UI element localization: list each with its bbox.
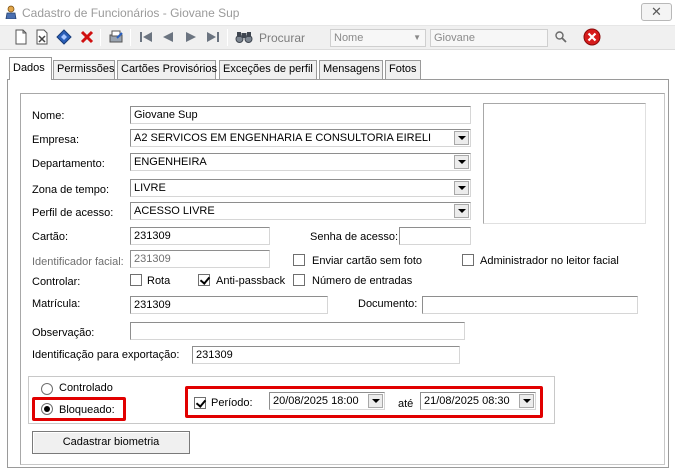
- last-record-icon[interactable]: [204, 28, 222, 46]
- search-label[interactable]: Procurar: [259, 31, 305, 45]
- zona-select[interactable]: LIVRE: [130, 179, 471, 197]
- photo-box[interactable]: [483, 103, 646, 224]
- empresa-label: Empresa:: [32, 134, 80, 146]
- nome-input[interactable]: Giovane Sup: [130, 106, 471, 124]
- admin-facial-checkbox[interactable]: [462, 254, 474, 266]
- tab-cartoes-provisorios[interactable]: Cartões Provisórios: [117, 60, 217, 79]
- controlar-label: Controlar:: [32, 276, 81, 288]
- first-record-icon[interactable]: [137, 28, 155, 46]
- enviar-cartao-checkbox[interactable]: [293, 254, 305, 266]
- num-entradas-label[interactable]: Número de entradas: [312, 275, 412, 287]
- controlado-radio[interactable]: [41, 383, 53, 395]
- exportacao-label: Identificação para exportação:: [32, 349, 180, 361]
- perfil-label: Perfil de acesso:: [32, 207, 114, 219]
- zona-value: LIVRE: [134, 182, 166, 194]
- previous-record-icon[interactable]: [159, 28, 177, 46]
- documento-input[interactable]: [422, 296, 638, 314]
- departamento-label: Departamento:: [32, 158, 105, 170]
- nome-label: Nome:: [32, 110, 65, 122]
- rota-checkbox[interactable]: [130, 274, 142, 286]
- controlado-label[interactable]: Controlado: [59, 382, 113, 394]
- toolbar: Procurar Nome ▼ Giovane: [0, 26, 675, 50]
- save-icon[interactable]: [55, 28, 73, 46]
- empresa-select[interactable]: A2 SERVICOS EM ENGENHARIA E CONSULTORIA …: [130, 129, 471, 147]
- periodo-label[interactable]: Período:: [211, 397, 253, 409]
- observacao-input[interactable]: [130, 322, 465, 340]
- matricula-input[interactable]: 231309: [130, 296, 328, 314]
- antipassback-label[interactable]: Anti-passback: [216, 275, 285, 287]
- matricula-label: Matrícula:: [32, 298, 81, 310]
- search-icon[interactable]: [552, 28, 570, 46]
- empresa-value: A2 SERVICOS EM ENGENHARIA E CONSULTORIA …: [134, 132, 432, 144]
- cartao-input[interactable]: 231309: [130, 227, 270, 245]
- employee-app-icon: [5, 5, 17, 19]
- search-input-value: Giovane: [434, 32, 475, 44]
- ate-label: até: [398, 398, 414, 410]
- search-field-value: Nome: [334, 32, 364, 44]
- num-entradas-checkbox[interactable]: [293, 274, 305, 286]
- antipassback-checkbox[interactable]: [198, 274, 210, 286]
- periodo-inicio-value: 20/08/2025 18:00: [273, 395, 359, 407]
- chevron-down-icon[interactable]: [454, 204, 469, 218]
- tab-strip: Dados Permissões Cartões Provisórios Exc…: [0, 56, 675, 80]
- chevron-down-icon[interactable]: [454, 155, 469, 169]
- title-bar: Cadastro de Funcionários - Giovane Sup ✕: [0, 0, 675, 26]
- chevron-down-icon[interactable]: [454, 131, 469, 145]
- new-record-icon[interactable]: [12, 28, 30, 46]
- rota-label[interactable]: Rota: [147, 275, 170, 287]
- perfil-value: ACESSO LIVRE: [134, 205, 215, 217]
- cadastrar-biometria-button[interactable]: Cadastrar biometria: [32, 431, 190, 454]
- delete-record-icon[interactable]: [33, 28, 51, 46]
- tab-fotos[interactable]: Fotos: [385, 60, 421, 79]
- cartao-label: Cartão:: [32, 231, 69, 243]
- next-record-icon[interactable]: [182, 28, 200, 46]
- periodo-fim-picker[interactable]: 21/08/2025 08:30: [420, 392, 536, 410]
- bloqueado-radio[interactable]: [41, 403, 53, 415]
- identificador-label: Identificador facial:: [32, 256, 124, 268]
- tab-mensagens[interactable]: Mensagens: [319, 60, 383, 79]
- documento-label: Documento:: [358, 298, 418, 310]
- senha-label: Senha de acesso:: [310, 231, 399, 243]
- zona-label: Zona de tempo:: [32, 184, 110, 196]
- window-close-button[interactable]: ✕: [641, 3, 672, 21]
- tab-excecoes-perfil[interactable]: Exceções de perfil: [219, 60, 317, 79]
- cancel-icon[interactable]: [78, 28, 96, 46]
- tab-dados[interactable]: Dados: [9, 57, 52, 80]
- print-icon[interactable]: [107, 28, 125, 46]
- identificador-input[interactable]: 231309: [130, 250, 270, 268]
- chevron-down-icon: ▼: [413, 33, 421, 42]
- periodo-fim-value: 21/08/2025 08:30: [424, 395, 510, 407]
- enviar-cartao-label[interactable]: Enviar cartão sem foto: [312, 255, 422, 267]
- tab-permissoes[interactable]: Permissões: [53, 60, 115, 79]
- chevron-down-icon[interactable]: [368, 394, 383, 408]
- departamento-select[interactable]: ENGENHEIRA: [130, 153, 471, 171]
- periodo-inicio-picker[interactable]: 20/08/2025 18:00: [269, 392, 385, 410]
- senha-input[interactable]: [399, 227, 471, 245]
- observacao-label: Observação:: [32, 327, 95, 339]
- stop-icon[interactable]: [582, 27, 602, 47]
- chevron-down-icon[interactable]: [519, 394, 534, 408]
- search-input[interactable]: Giovane: [430, 29, 548, 47]
- chevron-down-icon[interactable]: [454, 181, 469, 195]
- periodo-checkbox[interactable]: [194, 397, 206, 409]
- window-title: Cadastro de Funcionários - Giovane Sup: [22, 6, 240, 20]
- admin-facial-label[interactable]: Administrador no leitor facial: [480, 255, 619, 267]
- departamento-value: ENGENHEIRA: [134, 156, 207, 168]
- binoculars-icon[interactable]: [235, 28, 253, 46]
- perfil-select[interactable]: ACESSO LIVRE: [130, 202, 471, 220]
- search-field-select[interactable]: Nome ▼: [330, 29, 426, 47]
- exportacao-input[interactable]: 231309: [192, 346, 460, 364]
- bloqueado-label[interactable]: Bloqueado:: [59, 404, 115, 416]
